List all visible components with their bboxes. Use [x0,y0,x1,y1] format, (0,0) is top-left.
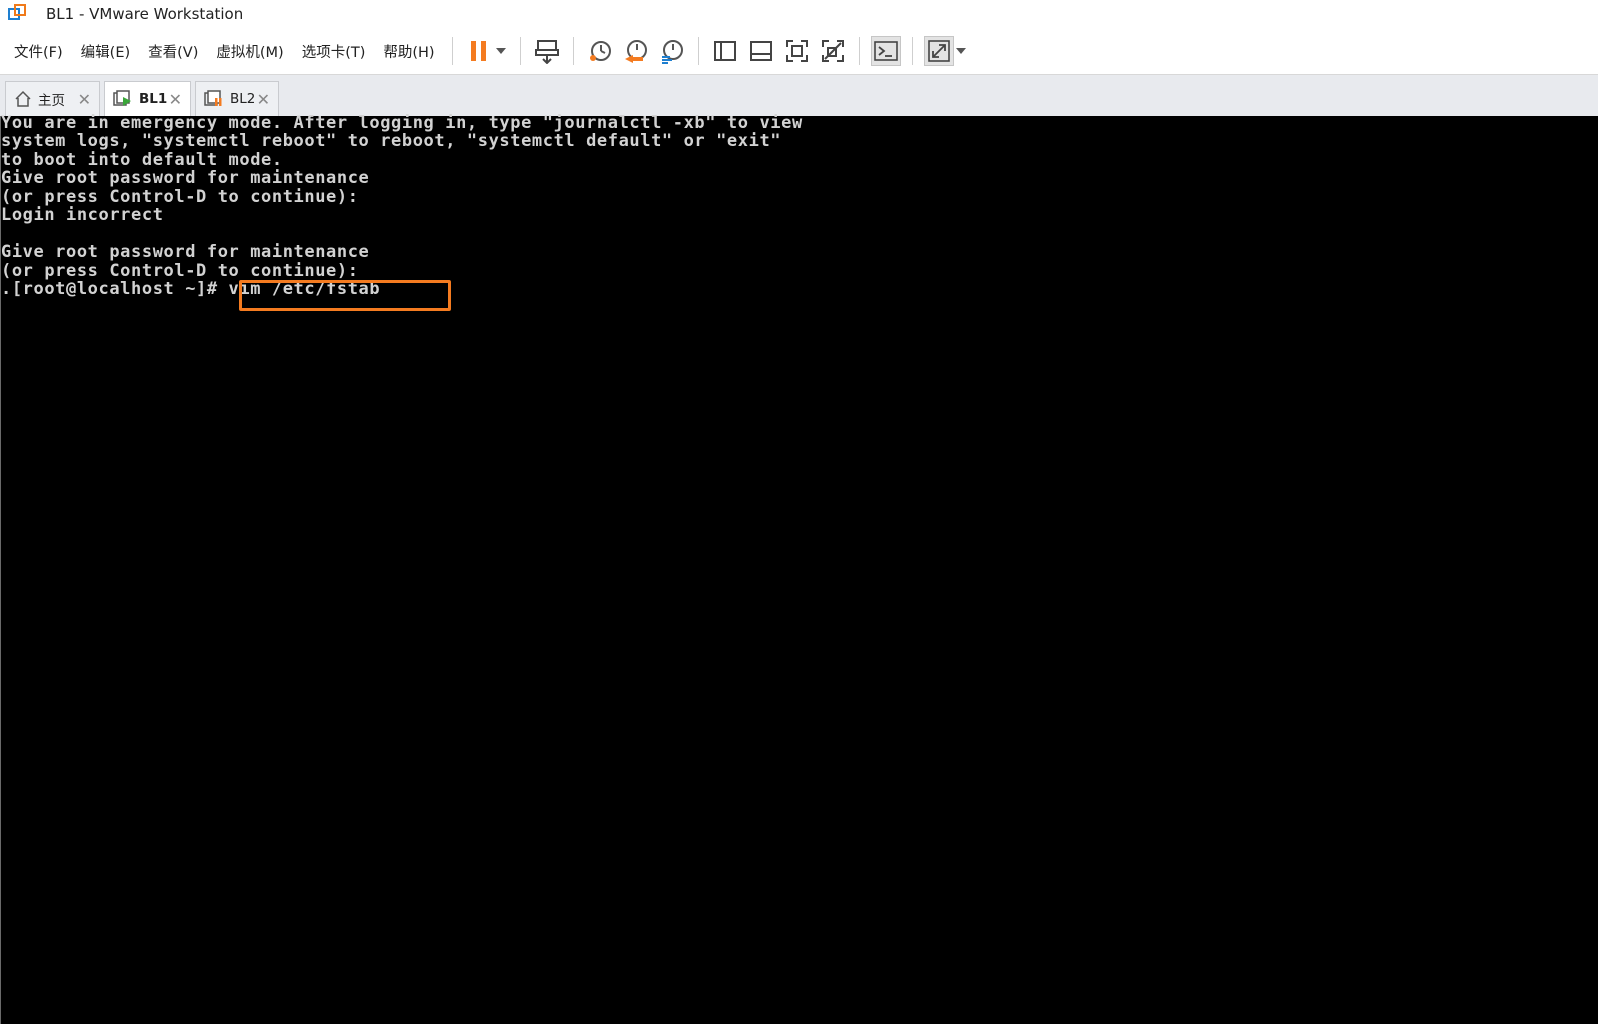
command-highlight-box [239,280,451,311]
menu-vm[interactable]: 虚拟机(M) [207,41,292,62]
menu-view[interactable]: 查看(V) [139,41,207,62]
vm-running-icon [113,90,133,108]
console-line: (or press Control-D to continue): [1,261,359,281]
snapshot-manager-icon [661,40,683,64]
console-line: to boot into default mode. [1,150,283,170]
tab-label: BL2 [230,91,256,107]
show-thumbnail-bar-button[interactable] [746,36,776,66]
stretch-guest-button[interactable] [923,36,954,66]
console-line: (or press Control-D to continue): [1,187,359,207]
menu-file[interactable]: 文件(F) [5,41,72,62]
console-line: You are in emergency mode. After logging… [1,113,803,133]
window-title: BL1 - VMware Workstation [46,5,244,23]
close-icon[interactable]: ✕ [257,90,270,109]
fullscreen-icon [785,40,808,62]
menu-edit[interactable]: 编辑(E) [72,41,139,62]
tab-bar: 主页 ✕ BL1 ✕ BL2 ✕ [0,75,1598,117]
snapshot-icon [589,41,611,61]
close-icon[interactable]: ✕ [78,90,91,109]
toolbar-separator [911,37,913,65]
vmware-logo-icon [8,4,28,24]
take-snapshot-button[interactable] [585,36,615,66]
chevron-down-icon [955,48,966,54]
tab-home[interactable]: 主页 ✕ [5,81,100,116]
toolbar-separator [519,37,521,65]
unity-icon [821,40,844,62]
title-bar: BL1 - VMware Workstation [0,0,1598,28]
revert-snapshot-icon [624,40,647,63]
stretch-dropdown-button[interactable] [953,36,969,66]
unity-button[interactable] [818,36,848,66]
tab-bl1[interactable]: BL1 ✕ [104,81,191,116]
revert-snapshot-button[interactable] [621,36,651,66]
chevron-down-icon [495,48,506,54]
pause-icon [470,41,486,61]
tab-label: BL1 [139,91,168,107]
console-line: Give root password for maintenance [1,168,370,188]
terminal-icon [873,41,898,61]
snapshot-manager-button[interactable] [657,36,687,66]
sidebar-layout-icon [713,41,736,61]
console-line: Give root password for maintenance [1,242,370,262]
console-line: Login incorrect [1,205,164,225]
toolbar-separator [451,37,453,65]
vm-console[interactable]: You are in emergency mode. After logging… [0,113,1598,1024]
menu-tabs[interactable]: 选项卡(T) [293,41,375,62]
thumbnail-layout-icon [749,41,772,61]
power-dropdown-button[interactable] [493,36,509,66]
full-screen-button[interactable] [782,36,812,66]
stretch-icon [927,40,950,62]
toolbar-separator [572,37,574,65]
close-icon[interactable]: ✕ [169,90,182,109]
menu-help[interactable]: 帮助(H) [374,41,443,62]
console-view-button[interactable] [870,36,901,66]
toolbar-separator [858,37,860,65]
toolbar-separator [697,37,699,65]
console-line: system logs, "systemctl reboot" to reboo… [1,131,782,151]
send-keys-icon [534,40,559,64]
home-icon [14,90,32,108]
vm-paused-icon [204,90,224,108]
send-ctrl-alt-del-button[interactable] [532,36,562,66]
pause-button[interactable] [464,36,494,66]
show-library-button[interactable] [710,36,740,66]
menu-toolbar: 文件(F) 编辑(E) 查看(V) 虚拟机(M) 选项卡(T) 帮助(H) [0,28,1598,75]
tab-label: 主页 [38,93,65,109]
tab-bl2[interactable]: BL2 ✕ [195,81,279,116]
